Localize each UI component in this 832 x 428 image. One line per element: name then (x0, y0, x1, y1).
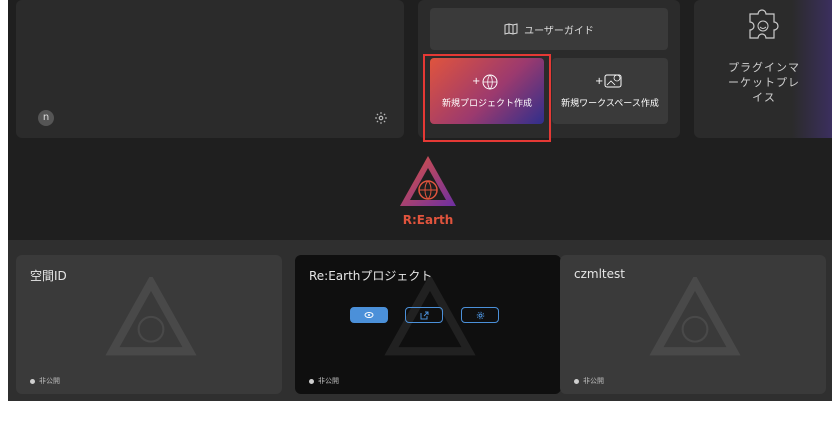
edit-project-button[interactable] (350, 307, 388, 323)
eye-icon (364, 312, 374, 318)
open-project-button[interactable] (405, 307, 443, 323)
plugin-label-line1: プラグインマ (728, 61, 800, 74)
plugin-label-line3: イス (752, 91, 776, 104)
reearth-watermark-icon (384, 277, 476, 356)
svg-text:+: + (595, 76, 603, 87)
user-guide-label: ユーザーガイド (524, 25, 594, 37)
status-text: 非公開 (318, 377, 339, 385)
new-workspace-label: 新規ワークスペース作成 (561, 99, 659, 109)
dashboard: n ユーザーガイド + 新規プロジェクト作成 + 新規ワークスペース作成 プラグ… (8, 0, 832, 401)
project-name: czmltest (574, 267, 625, 281)
plugin-marketplace-card[interactable]: プラグインマ ーケットプレ イス (694, 0, 832, 138)
project-name: Re:Earthプロジェクト (309, 269, 433, 283)
project-status: 非公開 (574, 376, 604, 386)
plugin-marketplace-label: プラグインマ ーケットプレ イス (714, 60, 814, 105)
status-dot (574, 378, 579, 384)
user-guide-button[interactable]: ユーザーガイド (430, 8, 668, 50)
project-status: 非公開 (30, 376, 60, 386)
status-dot (309, 378, 314, 384)
external-link-icon (420, 311, 428, 319)
workspace-plus-icon: + (595, 74, 622, 88)
project-status: 非公開 (309, 376, 339, 386)
project-list: 空間ID 非公開 Re:Earthプロジェクト 非公開 czmltest 非公開 (8, 240, 832, 401)
workspace-card: n (16, 0, 404, 138)
project-card[interactable]: 空間ID 非公開 (16, 255, 282, 394)
project-card-hovered[interactable]: Re:Earthプロジェクト 非公開 (295, 255, 561, 394)
new-workspace-button[interactable]: + 新規ワークスペース作成 (552, 58, 668, 124)
project-card[interactable]: czmltest 非公開 (560, 255, 826, 394)
logo-text: R:Earth (403, 213, 454, 227)
status-text: 非公開 (39, 377, 60, 385)
reearth-watermark-icon (105, 277, 197, 356)
map-icon (504, 23, 518, 35)
gear-icon[interactable] (374, 111, 388, 125)
status-text: 非公開 (583, 377, 604, 385)
status-dot (30, 378, 35, 384)
project-settings-button[interactable] (461, 307, 499, 323)
puzzle-icon (749, 9, 779, 39)
avatar[interactable]: n (38, 110, 54, 126)
reearth-logo: R:Earth (396, 152, 460, 232)
selection-highlight (423, 54, 551, 142)
project-name: 空間ID (30, 269, 67, 283)
gear-icon (476, 311, 484, 319)
reearth-watermark-icon (649, 277, 741, 356)
plugin-label-line2: ーケットプレ (728, 76, 800, 89)
